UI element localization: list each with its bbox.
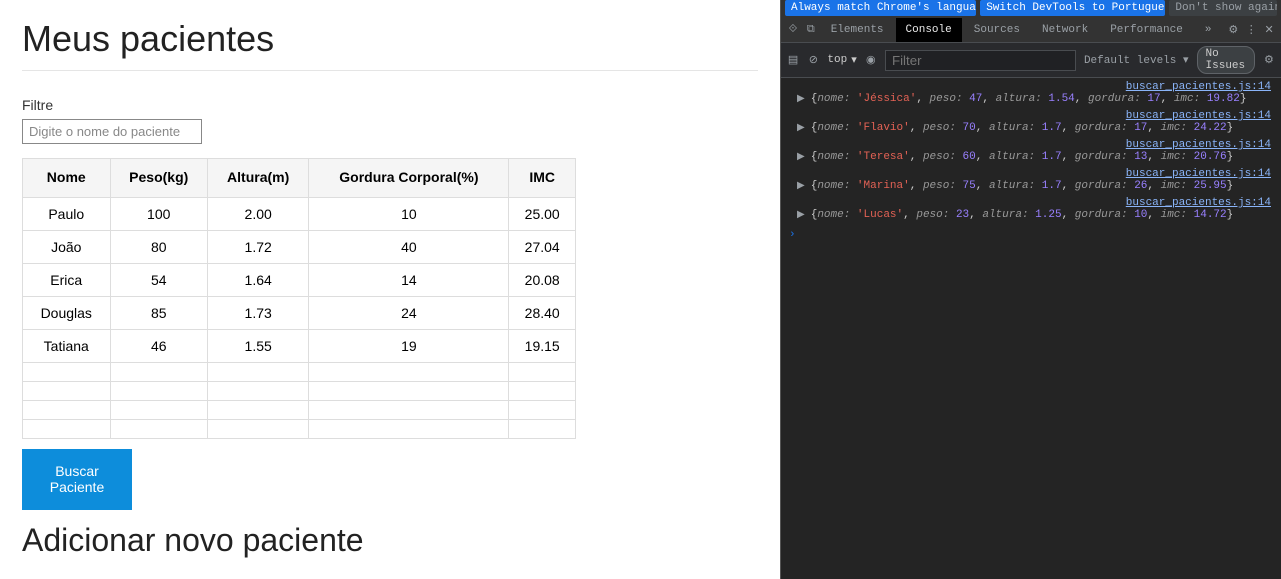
devtools-panel: Always match Chrome's language Switch De…	[780, 0, 1281, 579]
inspect-icon[interactable]: ⟐	[785, 24, 801, 36]
tab-sources[interactable]: Sources	[964, 18, 1030, 42]
tab-elements[interactable]: Elements	[821, 18, 894, 42]
cell-imc: 20.08	[509, 263, 576, 296]
console-filter-input[interactable]	[885, 50, 1076, 71]
kebab-menu-icon[interactable]: ⋮	[1243, 23, 1259, 37]
filter-input[interactable]	[22, 119, 202, 144]
devtools-tabs: ⟐ ⧉ Elements Console Sources Network Per…	[781, 18, 1281, 43]
cell-peso: 80	[110, 230, 207, 263]
table-row-empty	[23, 419, 576, 438]
language-banner: Always match Chrome's language Switch De…	[781, 0, 1281, 18]
console-output[interactable]: buscar_pacientes.js:14▶{nome: 'Jéssica',…	[781, 78, 1281, 579]
cell-nome: Tatiana	[23, 329, 111, 362]
device-toolbar-icon[interactable]: ⧉	[803, 24, 819, 36]
cell-peso: 54	[110, 263, 207, 296]
chevron-down-icon: ▾	[1183, 55, 1189, 67]
cell-nome: Erica	[23, 263, 111, 296]
console-log-entry[interactable]: buscar_pacientes.js:14▶{nome: 'Marina', …	[781, 167, 1281, 196]
divider	[22, 70, 758, 71]
cell-gordura: 40	[309, 230, 509, 263]
tab-performance[interactable]: Performance	[1100, 18, 1193, 42]
log-levels-select[interactable]: Default levels ▾	[1084, 53, 1189, 67]
eye-icon[interactable]: ◉	[865, 53, 877, 67]
banner-switch-language[interactable]: Switch DevTools to Portuguese	[980, 0, 1165, 16]
banner-dont-show[interactable]: Don't show again	[1169, 0, 1277, 16]
search-patient-button[interactable]: Buscar Paciente	[22, 449, 132, 511]
expand-triangle-icon[interactable]: ▶	[797, 93, 805, 105]
cell-gordura: 14	[309, 263, 509, 296]
banner-match-language[interactable]: Always match Chrome's language	[785, 0, 976, 16]
cell-gordura: 19	[309, 329, 509, 362]
add-patient-heading: Adicionar novo paciente	[22, 522, 758, 559]
page-title: Meus pacientes	[22, 18, 758, 60]
cell-peso: 100	[110, 197, 207, 230]
col-gordura: Gordura Corporal(%)	[309, 159, 509, 198]
source-link[interactable]: buscar_pacientes.js:14	[791, 81, 1281, 93]
cell-imc: 19.15	[509, 329, 576, 362]
cell-nome: João	[23, 230, 111, 263]
expand-triangle-icon[interactable]: ▶	[797, 180, 805, 192]
table-row: Douglas851.732428.40	[23, 296, 576, 329]
cell-gordura: 10	[309, 197, 509, 230]
table-row-empty	[23, 400, 576, 419]
cell-nome: Paulo	[23, 197, 111, 230]
clear-console-icon[interactable]: ⊘	[807, 53, 819, 67]
source-link[interactable]: buscar_pacientes.js:14	[791, 139, 1281, 151]
source-link[interactable]: buscar_pacientes.js:14	[791, 168, 1281, 180]
app-main: Meus pacientes Filtre Nome Peso(kg) Altu…	[0, 0, 780, 579]
cell-peso: 46	[110, 329, 207, 362]
issues-badge[interactable]: No Issues	[1197, 46, 1255, 74]
cell-altura: 1.72	[207, 230, 308, 263]
console-toolbar: ▤ ⊘ top ▾ ◉ Default levels ▾ No Issues ⚙	[781, 43, 1281, 78]
cell-imc: 28.40	[509, 296, 576, 329]
table-row: Paulo1002.001025.00	[23, 197, 576, 230]
console-log-entry[interactable]: buscar_pacientes.js:14▶{nome: 'Flavio', …	[781, 109, 1281, 138]
cell-altura: 1.64	[207, 263, 308, 296]
patients-table: Nome Peso(kg) Altura(m) Gordura Corporal…	[22, 158, 576, 439]
context-label: top	[827, 54, 847, 66]
cell-imc: 25.00	[509, 197, 576, 230]
source-link[interactable]: buscar_pacientes.js:14	[791, 197, 1281, 209]
col-nome: Nome	[23, 159, 111, 198]
col-imc: IMC	[509, 159, 576, 198]
console-settings-icon[interactable]: ⚙	[1263, 53, 1275, 67]
table-row: Tatiana461.551919.15	[23, 329, 576, 362]
filter-label: Filtre	[22, 97, 53, 113]
console-log-entry[interactable]: buscar_pacientes.js:14▶{nome: 'Teresa', …	[781, 138, 1281, 167]
table-row: Erica541.641420.08	[23, 263, 576, 296]
tab-more[interactable]: »	[1195, 18, 1222, 42]
col-altura: Altura(m)	[207, 159, 308, 198]
table-row: João801.724027.04	[23, 230, 576, 263]
gear-icon[interactable]: ⚙	[1225, 23, 1241, 37]
cell-gordura: 24	[309, 296, 509, 329]
console-log-entry[interactable]: buscar_pacientes.js:14▶{nome: 'Jéssica',…	[781, 80, 1281, 109]
tab-console[interactable]: Console	[896, 18, 962, 42]
cell-nome: Douglas	[23, 296, 111, 329]
table-header-row: Nome Peso(kg) Altura(m) Gordura Corporal…	[23, 159, 576, 198]
table-body: Paulo1002.001025.00João801.724027.04Eric…	[23, 197, 576, 438]
cell-altura: 1.55	[207, 329, 308, 362]
tab-network[interactable]: Network	[1032, 18, 1098, 42]
context-selector[interactable]: top ▾	[827, 53, 856, 67]
expand-triangle-icon[interactable]: ▶	[797, 209, 805, 221]
chevron-down-icon: ▾	[851, 53, 857, 67]
console-prompt[interactable]: ›	[781, 225, 1281, 245]
source-link[interactable]: buscar_pacientes.js:14	[791, 110, 1281, 122]
table-row-empty	[23, 381, 576, 400]
expand-triangle-icon[interactable]: ▶	[797, 122, 805, 134]
expand-triangle-icon[interactable]: ▶	[797, 151, 805, 163]
console-log-entry[interactable]: buscar_pacientes.js:14▶{nome: 'Lucas', p…	[781, 196, 1281, 225]
cell-peso: 85	[110, 296, 207, 329]
cell-altura: 2.00	[207, 197, 308, 230]
close-icon[interactable]: ✕	[1261, 23, 1277, 37]
col-peso: Peso(kg)	[110, 159, 207, 198]
console-sidebar-icon[interactable]: ▤	[787, 53, 799, 67]
cell-altura: 1.73	[207, 296, 308, 329]
cell-imc: 27.04	[509, 230, 576, 263]
table-row-empty	[23, 362, 576, 381]
